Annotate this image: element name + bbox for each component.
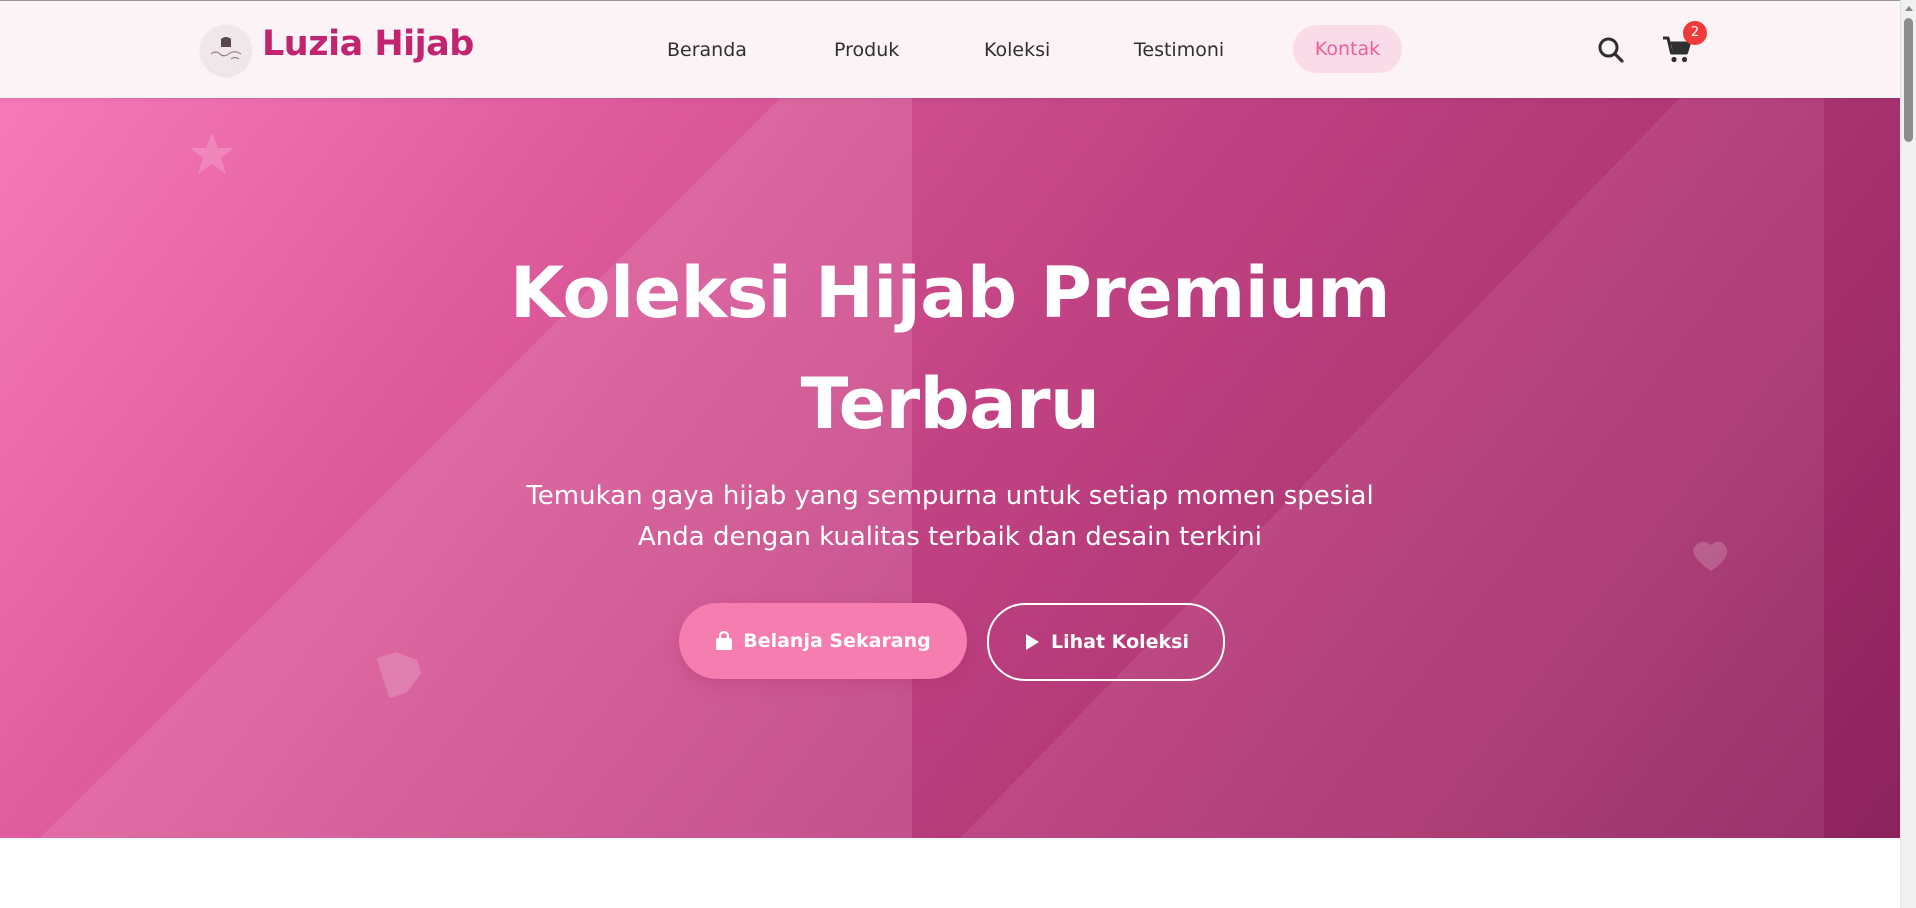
brand-logo[interactable]: [201, 25, 251, 75]
shopping-bag-icon: [716, 631, 733, 650]
hero-section: Koleksi Hijab Premium Terbaru Temukan ga…: [0, 98, 1900, 838]
shop-now-label: Belanja Sekarang: [743, 630, 931, 652]
hero-title: Koleksi Hijab Premium Terbaru: [450, 238, 1450, 460]
play-icon: [1026, 634, 1040, 650]
view-collection-label: Lihat Koleksi: [1051, 631, 1189, 653]
nav-link-beranda[interactable]: Beranda: [667, 39, 747, 61]
scroll-up-arrow-icon[interactable]: [1905, 6, 1913, 11]
brand-name[interactable]: Luzia Hijab: [262, 24, 474, 64]
scroll-thumb[interactable]: [1904, 18, 1913, 142]
hero-background-decoration: [40, 98, 1900, 838]
hero-title-line-2: Terbaru: [800, 363, 1100, 445]
hero-subtitle-line-1: Temukan gaya hijab yang sempurna untuk s…: [526, 481, 1374, 511]
shop-now-button[interactable]: Belanja Sekarang: [679, 603, 967, 679]
nav-link-koleksi[interactable]: Koleksi: [984, 39, 1050, 61]
search-button[interactable]: [1597, 36, 1625, 64]
hero-title-line-1: Koleksi Hijab Premium: [510, 252, 1390, 334]
search-icon: [1598, 37, 1624, 63]
hero-subtitle-line-2: Anda dengan kualitas terbaik dan desain …: [637, 522, 1263, 552]
logo-image: [201, 25, 251, 75]
nav-link-testimoni[interactable]: Testimoni: [1134, 39, 1224, 61]
hero-subtitle: Temukan gaya hijab yang sempurna untuk s…: [450, 476, 1450, 558]
nav-link-produk[interactable]: Produk: [834, 39, 899, 61]
cart-count-badge: 2: [1683, 21, 1707, 45]
nav-link-kontak[interactable]: Kontak: [1293, 25, 1402, 73]
page-scrollbar[interactable]: [1900, 0, 1916, 908]
navbar: Luzia Hijab Beranda Produk Koleksi Testi…: [0, 1, 1900, 98]
view-collection-button[interactable]: Lihat Koleksi: [987, 603, 1225, 681]
